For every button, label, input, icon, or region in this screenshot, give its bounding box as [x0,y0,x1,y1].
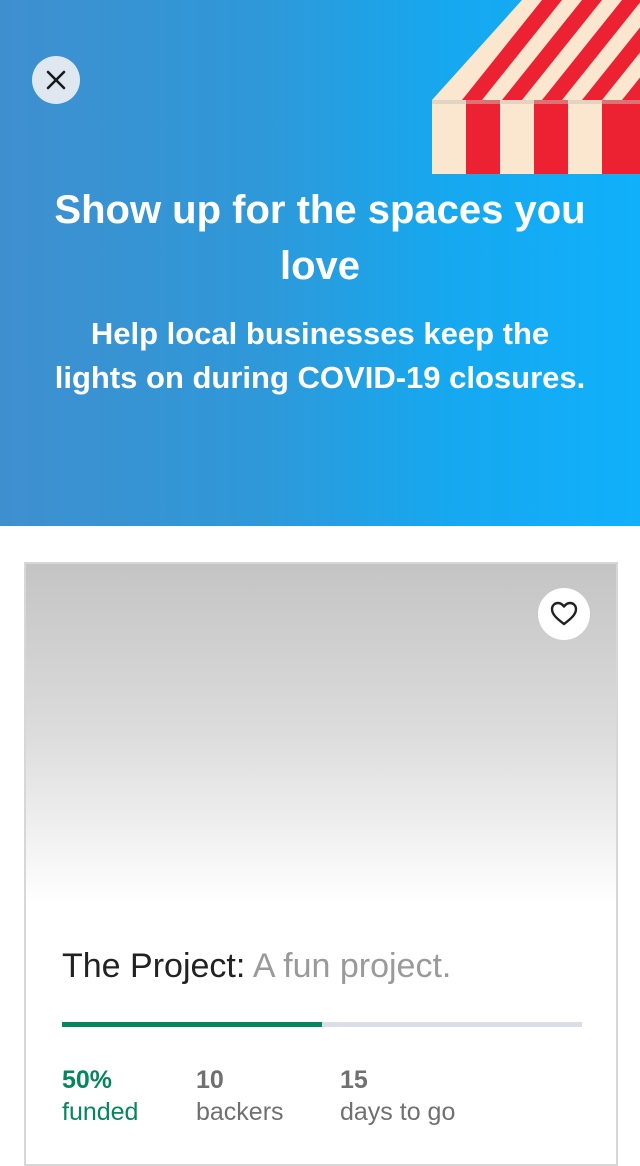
funding-progress-fill [62,1022,322,1027]
hero-subtitle: Help local businesses keep the lights on… [54,316,586,395]
project-name: The Project: [62,947,246,985]
awning-illustration [432,0,640,174]
hero-title: Show up for the spaces you love [54,188,586,288]
stat-funded: 50% funded [62,1064,138,1128]
hero-banner: Show up for the spaces you love Help loc… [0,0,640,526]
funded-value: 50% [62,1066,113,1094]
project-blurb: A fun project. [252,947,452,985]
close-icon [46,70,66,90]
project-image [26,564,616,904]
heart-icon [550,601,578,626]
project-title[interactable]: The Project: A fun project. [62,944,602,988]
backers-value: 10 [196,1066,224,1094]
funded-label: funded [62,1098,139,1126]
backers-label: backers [196,1098,284,1126]
stat-backers: 10 backers [196,1064,284,1128]
favorite-button[interactable] [538,588,590,640]
funding-progress-bar [62,1022,582,1027]
days-label: days to go [340,1098,456,1126]
days-value: 15 [340,1066,368,1094]
project-card[interactable]: The Project: A fun project. 50% funded 1… [24,562,618,1166]
stat-days: 15 days to go [340,1064,455,1128]
close-button[interactable] [32,56,80,104]
